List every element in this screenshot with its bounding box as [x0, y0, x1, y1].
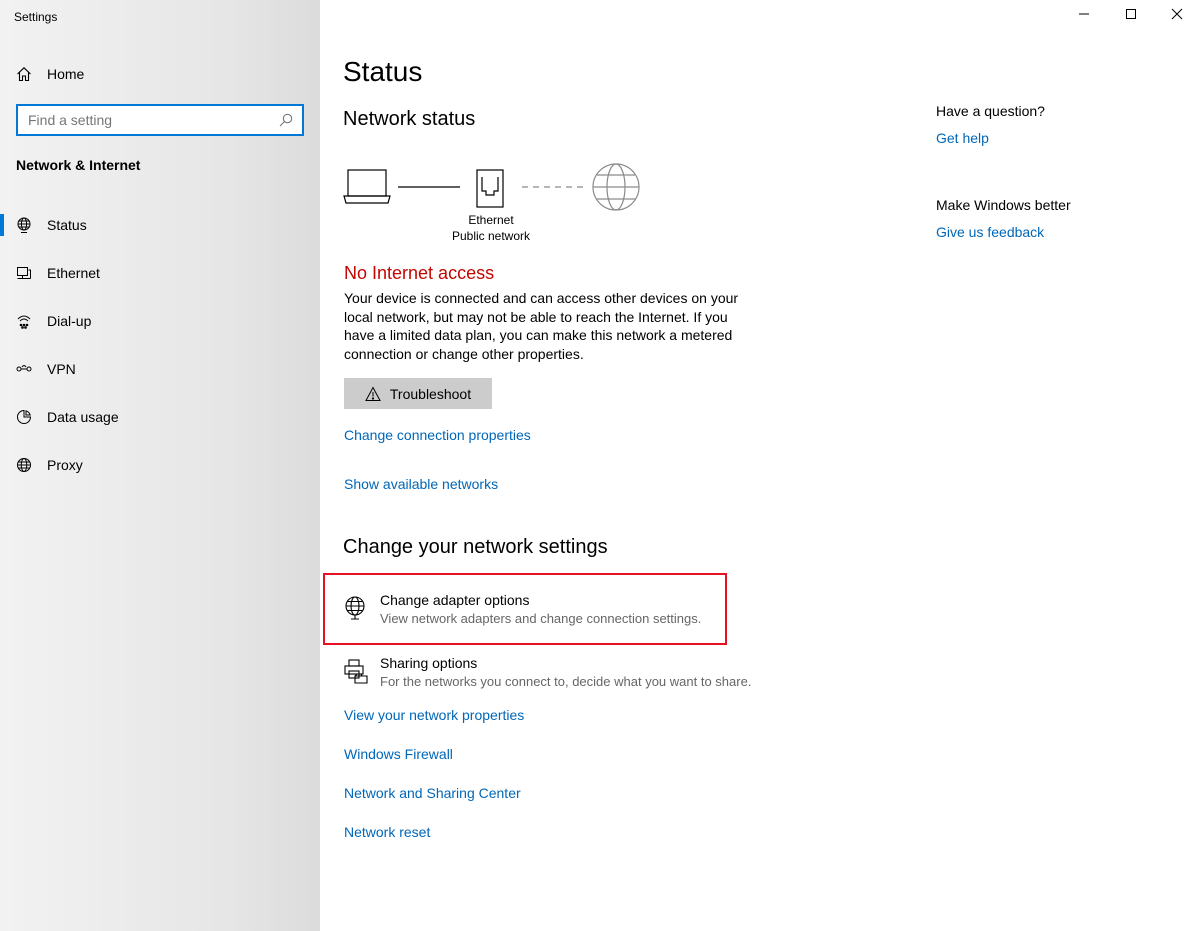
- troubleshoot-label: Troubleshoot: [389, 385, 472, 402]
- sidebar-item-label: Status: [47, 217, 87, 233]
- home-label: Home: [47, 66, 85, 82]
- sidebar-item-dial-up[interactable]: Dial-up: [0, 297, 320, 345]
- internet-globe-icon: [592, 163, 640, 211]
- minimize-icon: [1078, 7, 1090, 25]
- app-title: Settings: [14, 10, 58, 24]
- show-available-networks-link[interactable]: Show available networks: [344, 476, 498, 492]
- sidebar-home[interactable]: Home: [16, 63, 84, 85]
- sidebar-nav: Status Ethernet Dial-up VPN Data usage P…: [0, 201, 320, 489]
- network-type: Public network: [451, 229, 531, 243]
- setting-subtitle: For the networks you connect to, decide …: [380, 674, 752, 689]
- ethernet-port-icon: [476, 169, 504, 208]
- view-network-properties-link[interactable]: View your network properties: [344, 707, 524, 723]
- network-reset-link[interactable]: Network reset: [344, 824, 430, 840]
- improve-heading: Make Windows better: [936, 197, 1071, 213]
- network-sharing-center-link[interactable]: Network and Sharing Center: [344, 785, 521, 801]
- search-input[interactable]: [18, 106, 278, 134]
- sidebar-item-label: Data usage: [47, 409, 119, 425]
- maximize-icon: [1125, 7, 1137, 25]
- search-box[interactable]: [16, 104, 304, 136]
- highlight-box: [323, 573, 727, 645]
- ethernet-icon: [16, 265, 32, 281]
- sidebar-item-status[interactable]: Status: [0, 201, 320, 249]
- proxy-globe-icon: [16, 457, 32, 473]
- sidebar-item-label: Ethernet: [47, 265, 100, 281]
- change-connection-properties-link[interactable]: Change connection properties: [344, 427, 531, 443]
- network-diagram: Ethernet Public network: [343, 160, 643, 250]
- get-help-link[interactable]: Get help: [936, 130, 989, 146]
- sidebar-item-vpn[interactable]: VPN: [0, 345, 320, 393]
- setting-title: Sharing options: [380, 655, 478, 671]
- give-feedback-link[interactable]: Give us feedback: [936, 224, 1044, 240]
- data-usage-icon: [16, 409, 32, 425]
- windows-firewall-link[interactable]: Windows Firewall: [344, 746, 453, 762]
- sharing-printer-icon: [343, 658, 369, 684]
- sidebar-item-ethernet[interactable]: Ethernet: [0, 249, 320, 297]
- maximize-button[interactable]: [1108, 0, 1154, 32]
- status-globe-icon: [16, 217, 32, 233]
- sidebar-item-proxy[interactable]: Proxy: [0, 441, 320, 489]
- connection-error-description: Your device is connected and can access …: [344, 290, 739, 362]
- sidebar-item-label: Dial-up: [47, 313, 92, 329]
- vpn-icon: [16, 361, 32, 377]
- close-icon: [1171, 7, 1183, 25]
- sidebar-section-title: Network & Internet: [16, 157, 141, 173]
- sidebar: Settings Home Network & Internet Status: [0, 0, 320, 931]
- change-settings-heading: Change your network settings: [343, 536, 608, 558]
- troubleshoot-button[interactable]: Troubleshoot: [344, 378, 492, 409]
- adapter-name: Ethernet: [468, 213, 514, 227]
- minimize-button[interactable]: [1061, 0, 1107, 32]
- home-icon: [16, 66, 32, 82]
- search-icon[interactable]: [278, 112, 294, 128]
- dial-up-icon: [16, 313, 32, 329]
- sidebar-item-label: Proxy: [47, 457, 83, 473]
- sidebar-item-data-usage[interactable]: Data usage: [0, 393, 320, 441]
- page-title: Status: [343, 56, 423, 87]
- connection-error-title: No Internet access: [344, 263, 495, 283]
- warning-icon: [365, 385, 381, 402]
- laptop-icon: [343, 169, 391, 204]
- sidebar-item-label: VPN: [47, 361, 76, 377]
- sharing-options[interactable]: Sharing options For the networks you con…: [343, 654, 751, 692]
- network-status-heading: Network status: [343, 108, 476, 130]
- close-button[interactable]: [1154, 0, 1200, 32]
- question-heading: Have a question?: [936, 103, 1045, 119]
